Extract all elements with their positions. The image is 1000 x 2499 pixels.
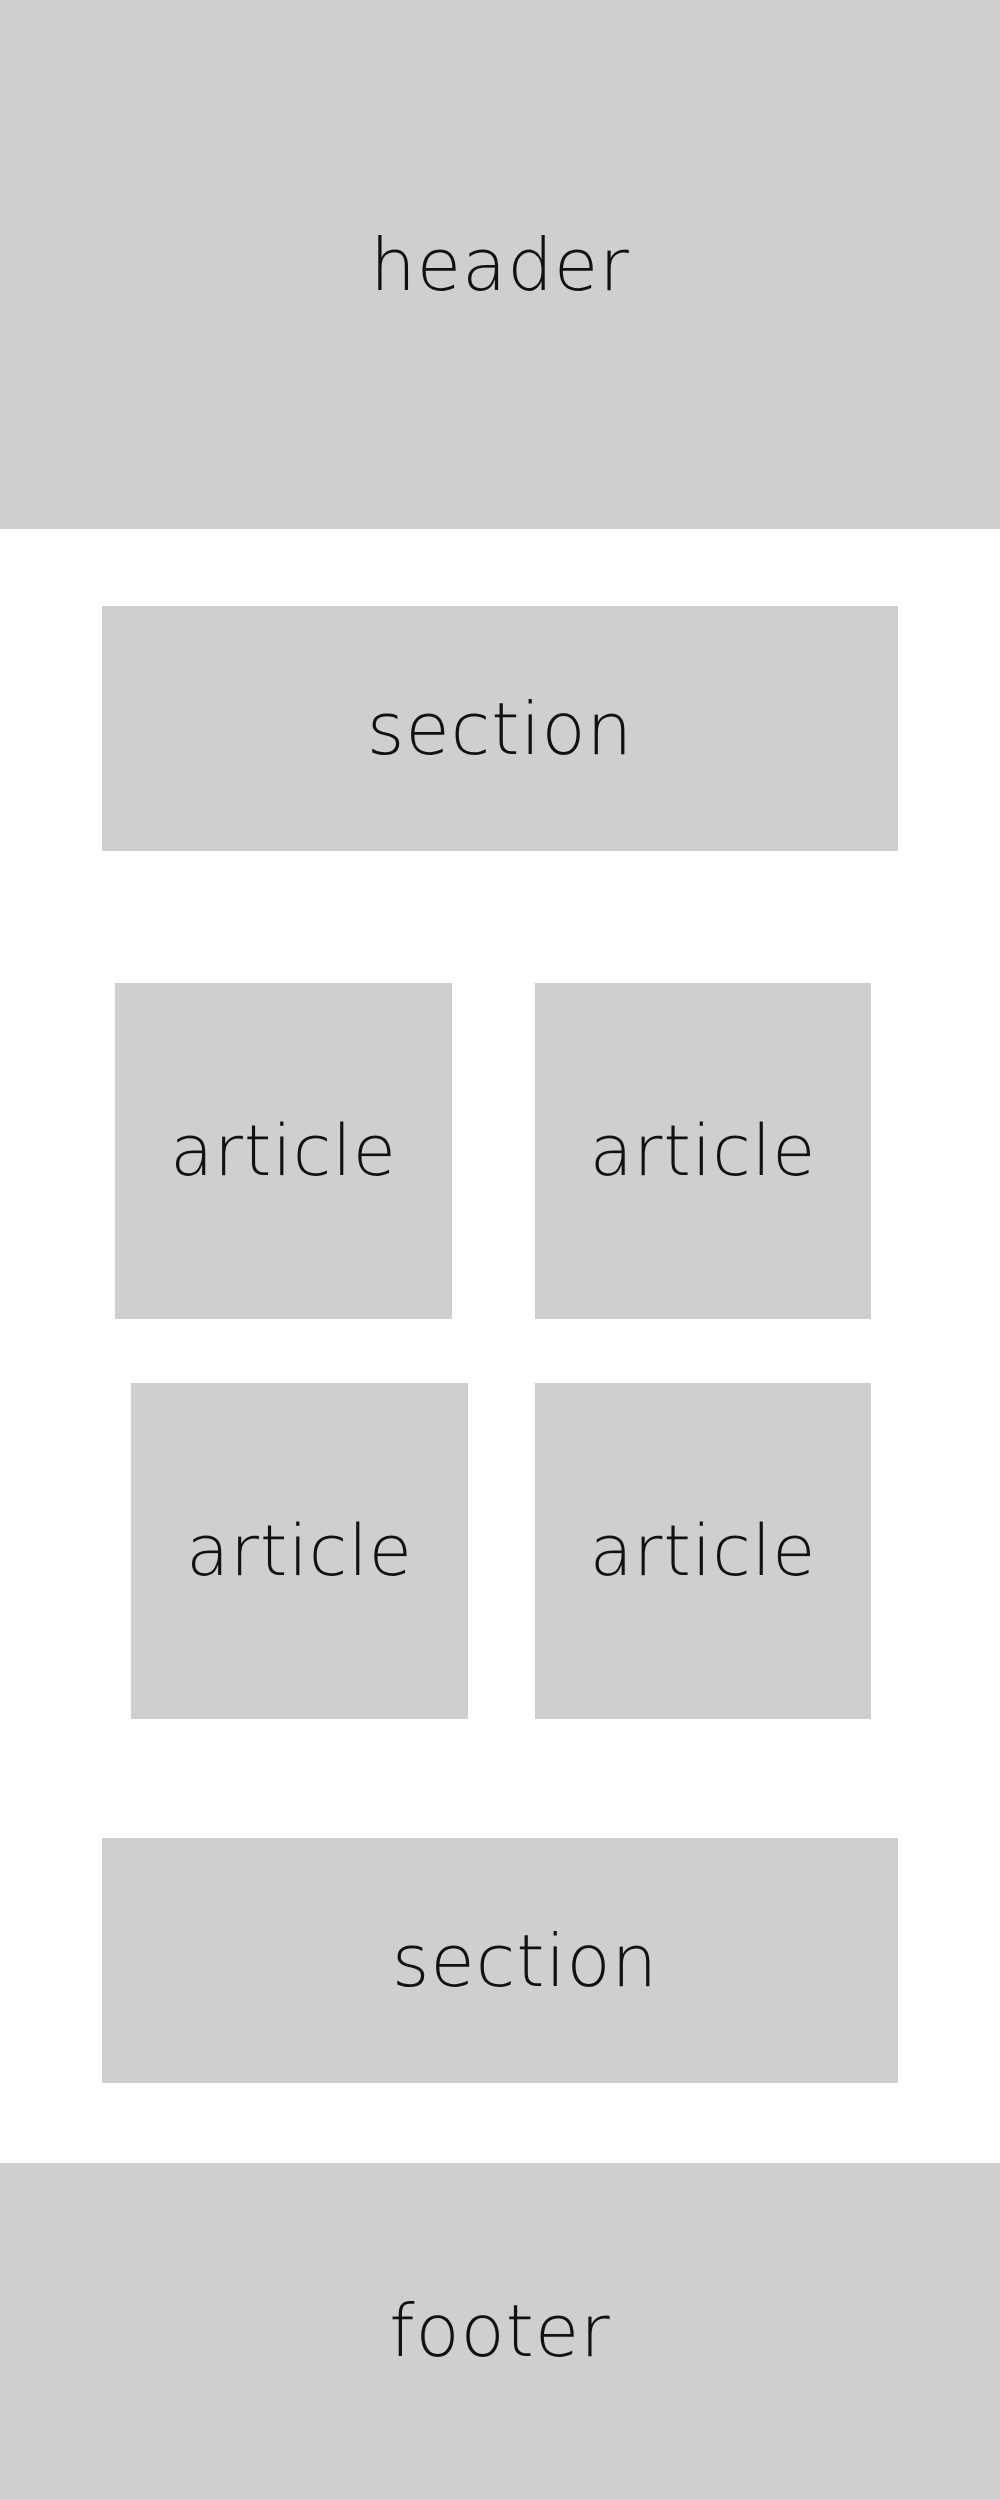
article-label: article [589, 1110, 817, 1192]
section-label: section [391, 1918, 659, 2003]
article-block-4: article [535, 1383, 871, 1719]
article-label: article [589, 1510, 817, 1592]
section-block-top: section [102, 606, 898, 851]
article-label: article [186, 1510, 413, 1592]
article-label: article [170, 1110, 397, 1192]
section-block-bottom: section [102, 1838, 898, 2083]
article-block-1: article [115, 983, 452, 1319]
header-block: header [0, 0, 1000, 529]
footer-label: footer [389, 2289, 611, 2373]
article-block-2: article [535, 983, 871, 1319]
header-label: header [370, 222, 630, 307]
footer-block: footer [0, 2163, 1000, 2499]
section-label: section [366, 686, 634, 771]
article-block-3: article [131, 1383, 468, 1719]
